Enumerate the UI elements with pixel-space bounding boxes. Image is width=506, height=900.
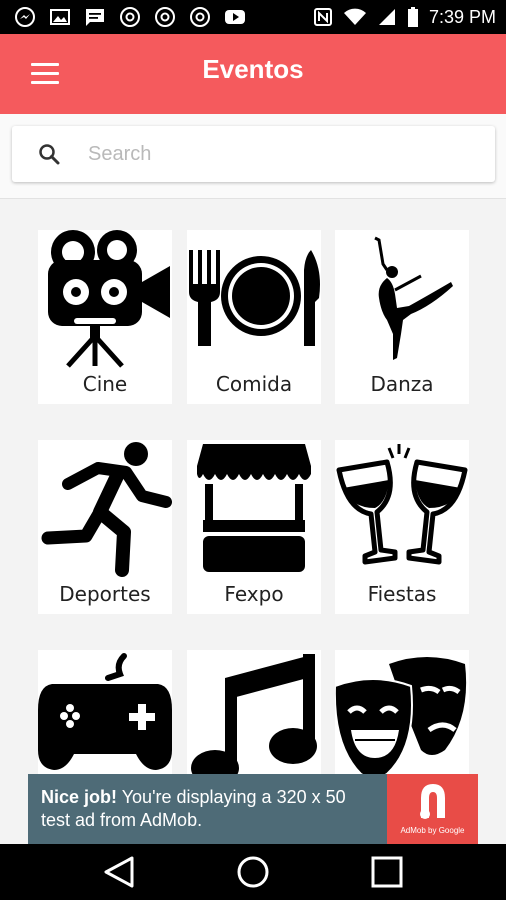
category-label: Fexpo	[224, 582, 284, 606]
ballerina-icon	[374, 236, 453, 360]
dinner-plate-icon	[189, 250, 320, 346]
ad-text: Nice job! You're displaying a 320 x 50 t…	[41, 786, 361, 832]
message-icon	[86, 9, 104, 26]
category-label: Comida	[215, 372, 293, 396]
category-danza[interactable]: Danza	[335, 230, 469, 404]
music-note-icon	[191, 654, 317, 786]
chrome-icon	[155, 7, 175, 27]
nfc-icon	[313, 8, 332, 26]
market-stand-icon	[197, 444, 311, 572]
battery-icon	[407, 7, 418, 27]
category-label: Fiestas	[367, 582, 437, 606]
status-bar: 7:39 PM	[0, 0, 506, 34]
notification-icons	[14, 7, 246, 27]
category-label: Deportes	[59, 582, 151, 606]
category-fiestas[interactable]: Fiestas	[335, 440, 469, 614]
game-controller-icon	[38, 653, 172, 770]
signal-icon	[378, 9, 395, 25]
wifi-icon	[343, 8, 366, 25]
clock: 7:39 PM	[428, 7, 496, 27]
chrome-icon	[190, 7, 210, 27]
messenger-icon	[15, 7, 35, 27]
ad-headline: Nice job!	[41, 787, 118, 807]
chrome-icon	[120, 7, 140, 27]
home-icon[interactable]	[218, 844, 288, 900]
category-comida[interactable]: Comida	[187, 230, 321, 404]
category-label: Danza	[370, 372, 434, 396]
category-cine[interactable]: Cine	[38, 230, 172, 404]
movie-camera-icon	[48, 230, 170, 368]
category-label: Cine	[82, 372, 128, 396]
system-icons: 7:39 PM	[313, 6, 496, 28]
search-icon	[39, 144, 60, 165]
youtube-icon	[225, 10, 245, 24]
category-deportes[interactable]: Deportes	[38, 440, 172, 614]
category-fexpo[interactable]: Fexpo	[187, 440, 321, 614]
theater-masks-icon	[335, 657, 467, 779]
search-input[interactable]	[88, 141, 468, 167]
ad-banner[interactable]: Nice job! You're displaying a 320 x 50 t…	[28, 774, 478, 844]
runner-icon	[41, 442, 172, 577]
recents-icon[interactable]	[352, 844, 422, 900]
admob-brand: AdMob by Google	[400, 826, 465, 835]
navigation-bar	[0, 844, 506, 900]
wine-glasses-icon	[336, 444, 468, 565]
page-title: Eventos	[202, 54, 304, 84]
back-icon[interactable]	[84, 844, 154, 900]
admob-logo: AdMob by Google	[387, 774, 478, 844]
admob-icon	[420, 784, 445, 819]
image-icon	[50, 9, 70, 25]
